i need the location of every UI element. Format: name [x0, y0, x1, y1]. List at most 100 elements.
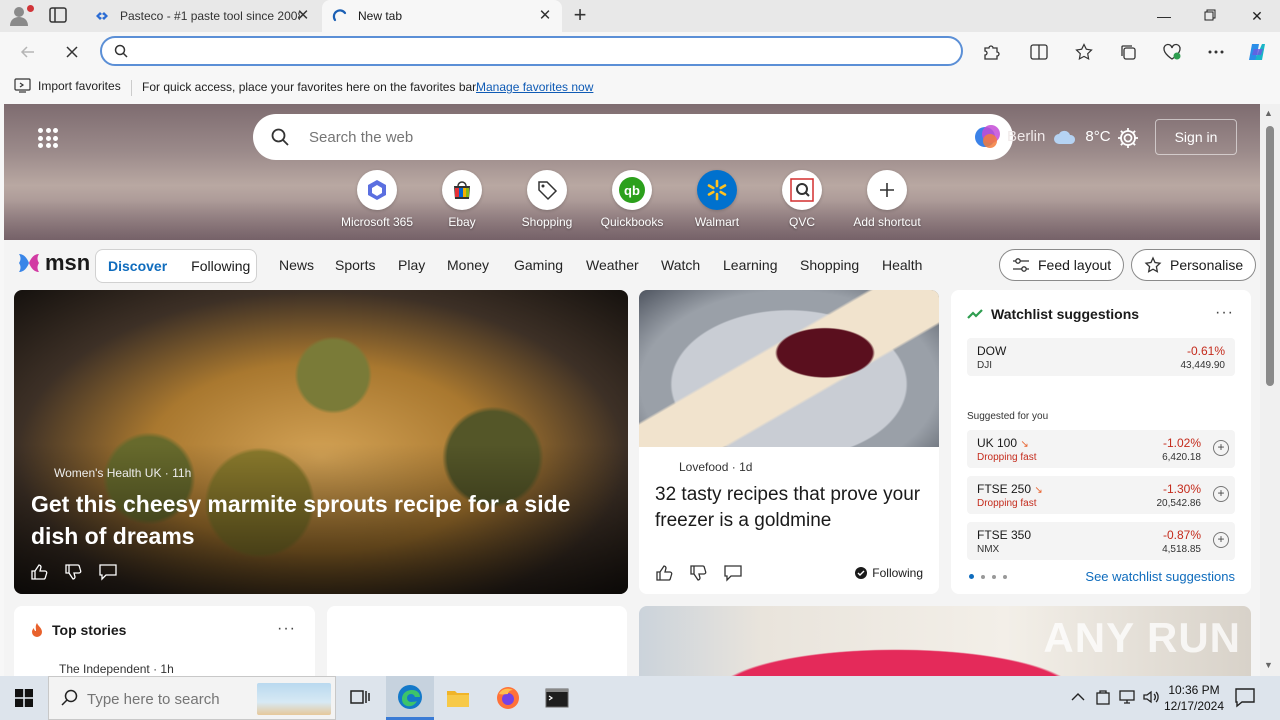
stock-row-dow[interactable]: DOW DJI -0.61% 43,449.90 [967, 338, 1235, 376]
taskbar-search-input[interactable] [87, 689, 247, 709]
feed-layout-button[interactable]: Feed layout [999, 249, 1125, 281]
add-shortcut-button[interactable]: Add shortcut [845, 170, 929, 229]
collections-button[interactable] [1115, 40, 1141, 64]
nav-health[interactable]: Health [882, 257, 922, 273]
nav-shopping[interactable]: Shopping [800, 257, 859, 273]
shortcut-microsoft365[interactable]: Microsoft 365 [335, 170, 419, 229]
taskbar-firefox[interactable] [484, 676, 532, 720]
manage-favorites-link[interactable]: Manage favorites now [476, 80, 593, 94]
taskbar-terminal[interactable] [533, 676, 581, 720]
story-title[interactable]: Get this cheesy marmite sprouts recipe f… [31, 488, 601, 552]
gear-icon[interactable] [1116, 126, 1140, 150]
nav-sports[interactable]: Sports [335, 257, 375, 273]
stock-row-ftse350[interactable]: FTSE 350 NMX -0.87% 4,518.85 + [967, 522, 1235, 560]
tab-new-tab[interactable]: New tab ✕ [322, 0, 562, 32]
app-launcher-button[interactable] [38, 128, 58, 148]
nav-news[interactable]: News [279, 257, 314, 273]
system-clock[interactable]: 10:36 PM 12/17/2024 [1162, 682, 1226, 714]
web-search-box[interactable] [253, 114, 1013, 160]
import-favorites-button[interactable]: Import favorites [14, 78, 121, 93]
security-icon[interactable] [1095, 688, 1111, 709]
nav-gaming[interactable]: Gaming [514, 257, 563, 273]
main-story-card[interactable]: Women's Health UK · 11h Get this cheesy … [14, 290, 628, 594]
extensions-button[interactable] [978, 40, 1004, 64]
nav-play[interactable]: Play [398, 257, 425, 273]
taskbar-search[interactable] [48, 676, 336, 720]
shortcut-label: QVC [788, 215, 815, 229]
shortcut-shopping[interactable]: Shopping [505, 170, 589, 229]
close-tab-icon[interactable]: ✕ [536, 7, 554, 25]
sign-in-button[interactable]: Sign in [1155, 119, 1237, 155]
shortcut-walmart[interactable]: Walmart [675, 170, 759, 229]
copilot-button[interactable] [1244, 40, 1270, 64]
taskbar-file-explorer[interactable] [434, 676, 482, 720]
close-window-button[interactable]: ✕ [1234, 0, 1280, 32]
personalise-button[interactable]: Personalise [1131, 249, 1257, 281]
more-options-icon[interactable]: ··· [1215, 304, 1234, 322]
page-scrollbar[interactable]: ▲ ▼ [1260, 104, 1280, 676]
weather-widget[interactable]: Berlin 8°C [1007, 128, 1111, 145]
new-tab-button[interactable]: + [567, 4, 593, 28]
back-button[interactable] [14, 39, 42, 65]
tab-actions-button[interactable] [48, 6, 70, 26]
comment-icon[interactable] [98, 563, 118, 581]
see-watchlist-suggestions-link[interactable]: See watchlist suggestions [1085, 569, 1235, 584]
tab-following[interactable]: Following [179, 258, 262, 274]
scroll-down-icon[interactable]: ▼ [1264, 660, 1273, 670]
stop-loading-button[interactable] [58, 39, 86, 65]
web-search-input[interactable] [309, 126, 949, 148]
thumbs-up-icon[interactable] [655, 564, 673, 582]
nav-money[interactable]: Money [447, 257, 489, 273]
add-to-watchlist-icon[interactable]: + [1213, 532, 1229, 548]
stock-row-ftse250[interactable]: FTSE 250 ↘ Dropping fast -1.30% 20,542.8… [967, 476, 1235, 514]
split-screen-button[interactable] [1026, 40, 1052, 64]
add-to-watchlist-icon[interactable]: + [1213, 440, 1229, 456]
chevron-up-icon[interactable] [1071, 690, 1085, 705]
task-view-button[interactable] [336, 676, 384, 720]
taskbar-edge[interactable] [386, 676, 434, 720]
tab-pasteco[interactable]: Pasteco - #1 paste tool since 2008 ✕ [84, 0, 320, 32]
collections-icon [1121, 45, 1136, 60]
volume-icon[interactable] [1142, 688, 1160, 709]
heartbeat-icon [1163, 43, 1181, 60]
address-bar[interactable] [100, 36, 963, 66]
nav-weather[interactable]: Weather [586, 257, 639, 273]
add-to-watchlist-icon[interactable]: + [1213, 486, 1229, 502]
search-icon [61, 689, 78, 706]
comment-icon[interactable] [723, 564, 743, 582]
story-title[interactable]: 32 tasty recipes that prove your freezer… [655, 482, 925, 534]
more-menu-button[interactable] [1203, 40, 1229, 64]
scroll-up-icon[interactable]: ▲ [1264, 108, 1273, 118]
start-button[interactable] [0, 676, 48, 720]
following-badge[interactable]: Following [855, 566, 923, 580]
nav-watch[interactable]: Watch [661, 257, 700, 273]
thumbs-down-icon[interactable] [64, 563, 82, 581]
scrollbar-thumb[interactable] [1266, 126, 1274, 386]
food-story-card[interactable]: Lovefood · 1d 32 tasty recipes that prov… [639, 290, 939, 594]
profile-button[interactable] [8, 4, 34, 28]
walmart-icon [707, 179, 727, 201]
more-options-icon[interactable]: ··· [277, 620, 296, 638]
stock-change: -1.30% [1162, 482, 1201, 496]
nav-learning[interactable]: Learning [723, 257, 778, 273]
shortcut-ebay[interactable]: Ebay [420, 170, 504, 229]
ellipsis-icon [1208, 50, 1224, 54]
stock-row-uk100[interactable]: UK 100 ↘ Dropping fast -1.02% 6,420.18 + [967, 430, 1235, 468]
msn-logo[interactable]: msn [16, 250, 90, 276]
tab-discover[interactable]: Discover [96, 258, 179, 274]
network-icon[interactable] [1118, 688, 1136, 709]
shortcut-quickbooks[interactable]: qb Quickbooks [590, 170, 674, 229]
minimize-button[interactable]: — [1141, 0, 1187, 32]
notification-center-button[interactable] [1234, 686, 1256, 711]
address-input[interactable] [134, 42, 934, 62]
thumbs-up-icon[interactable] [30, 563, 48, 581]
favorites-button[interactable] [1071, 40, 1097, 64]
browser-essentials-button[interactable] [1159, 40, 1185, 64]
photo-story-card[interactable]: ANY RUN [639, 606, 1251, 676]
thumbs-down-icon[interactable] [689, 564, 707, 582]
close-tab-icon[interactable]: ✕ [294, 7, 312, 25]
carousel-dots[interactable] [969, 574, 1007, 579]
shortcut-qvc[interactable]: QVC [760, 170, 844, 229]
copilot-icon[interactable] [973, 122, 1003, 152]
restore-button[interactable] [1187, 0, 1233, 32]
